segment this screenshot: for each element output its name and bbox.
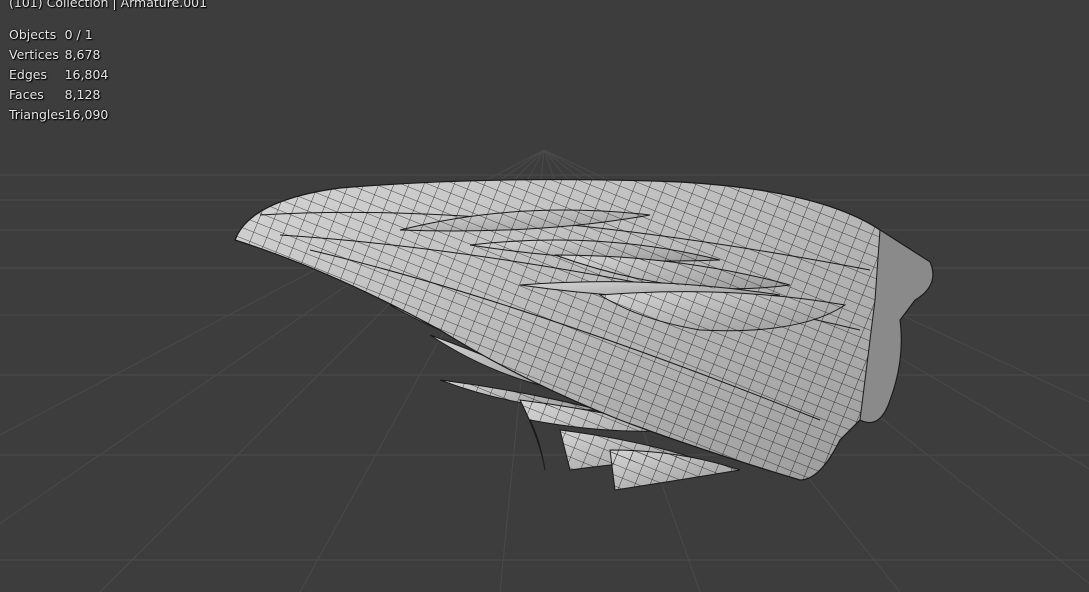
- stat-row-vertices: Vertices 8,678: [9, 45, 108, 65]
- stat-label: Faces: [9, 87, 44, 102]
- stat-value: 16,090: [64, 107, 109, 122]
- stat-value: 8,678: [64, 47, 101, 62]
- stat-value: 0 / 1: [64, 27, 93, 42]
- stat-row-triangles: Triangles 16,090: [9, 105, 108, 125]
- stat-row-edges: Edges 16,804: [9, 65, 108, 85]
- stat-value: 8,128: [64, 87, 101, 102]
- scene-statistics: Objects 0 / 1 Vertices 8,678 Edges 16,80…: [9, 25, 108, 125]
- stat-row-faces: Faces 8,128: [9, 85, 108, 105]
- 3d-viewport[interactable]: (101) Collection | Armature.001 Objects …: [0, 0, 1089, 592]
- stat-value: 16,804: [64, 67, 109, 82]
- viewport-header-text: (101) Collection | Armature.001: [9, 0, 208, 10]
- stat-label: Triangles: [9, 107, 65, 122]
- wing-mesh[interactable]: [0, 0, 1089, 592]
- stat-row-objects: Objects 0 / 1: [9, 25, 108, 45]
- stat-label: Vertices: [9, 47, 59, 62]
- stat-label: Objects: [9, 27, 57, 42]
- stat-label: Edges: [9, 67, 47, 82]
